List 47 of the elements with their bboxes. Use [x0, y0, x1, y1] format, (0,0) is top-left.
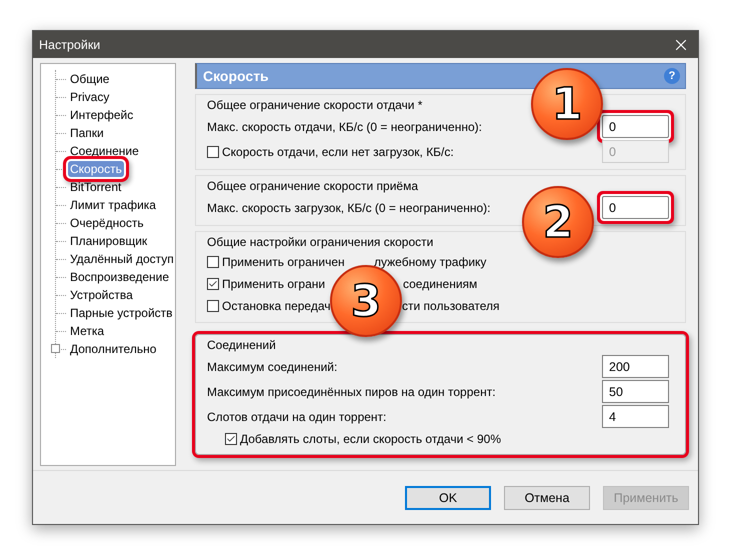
dialog-button[interactable]: OK: [405, 486, 491, 510]
checkbox[interactable]: [207, 300, 219, 312]
field-label: Макс. скорость загрузок, КБ/с (0 = неограниченно):: [207, 200, 490, 214]
tree-item[interactable]: Privacy: [68, 89, 112, 105]
tree-item[interactable]: Соединение: [68, 143, 141, 159]
tree-item[interactable]: Воспроизведение: [68, 269, 172, 285]
tree-item[interactable]: Парные устройств: [68, 305, 175, 321]
checkbox-label: соединениям: [403, 277, 478, 291]
checkbox[interactable]: [225, 433, 237, 445]
tree-item[interactable]: Дополнительно: [68, 341, 158, 357]
input-field[interactable]: 0: [602, 196, 669, 219]
section-title: Скорость: [203, 68, 269, 84]
checkbox-label: сти пользователя: [402, 299, 500, 313]
group-title: Соединений: [207, 338, 277, 354]
checkbox-label: Скорость отдачи, если нет загрузок, КБ/с:: [222, 144, 454, 158]
field-label: Максимум присоединённых пиров на один торрент:: [207, 384, 496, 398]
tree-item[interactable]: Удалённый доступ: [68, 251, 175, 267]
checkbox-label: Применить ограни: [222, 277, 326, 291]
tree-item[interactable]: Папки: [68, 125, 106, 141]
tree-item[interactable]: Интерфейс: [68, 107, 136, 123]
tree-item[interactable]: Планировщик: [68, 233, 150, 249]
input-field[interactable]: 200: [602, 355, 669, 378]
group-title: Общее ограничение скорости отдачи *: [207, 98, 424, 114]
tree-item[interactable]: BitTorrent: [68, 179, 124, 195]
tree-item[interactable]: Лимит трафика: [68, 197, 158, 213]
tree-item[interactable]: Метка: [68, 323, 106, 339]
tree-item[interactable]: Устройства: [68, 287, 135, 303]
checkbox-label: Остановка передач: [222, 299, 330, 313]
input-field[interactable]: 50: [602, 380, 669, 403]
checkbox-label: Добавлять слоты, если скорость отдачи < 90%: [240, 432, 501, 446]
help-icon[interactable]: ?: [664, 68, 680, 84]
tree-item[interactable]: Общие: [68, 71, 112, 87]
window-title: Настройки: [39, 38, 100, 52]
checkbox[interactable]: [207, 256, 219, 268]
input-field[interactable]: 4: [602, 405, 669, 428]
input-field[interactable]: 0: [602, 115, 669, 138]
expand-icon[interactable]: [51, 344, 60, 353]
dialog-button[interactable]: Отмена: [504, 486, 590, 510]
callout-number: 2: [522, 186, 594, 258]
group-title: Общие настройки ограничения скорости: [207, 235, 434, 251]
tree-item[interactable]: Очерёдность: [68, 215, 146, 231]
field-label: Слотов отдачи на один торрент:: [207, 410, 386, 424]
checkbox[interactable]: [207, 278, 219, 290]
field-label: Максимум соединений:: [207, 360, 338, 374]
callout-number: 1: [531, 68, 603, 140]
group-title: Общее ограничение скорости приёма: [207, 179, 420, 195]
field-label: Макс. скорость отдачи, КБ/с (0 = неограниченно):: [207, 120, 482, 134]
